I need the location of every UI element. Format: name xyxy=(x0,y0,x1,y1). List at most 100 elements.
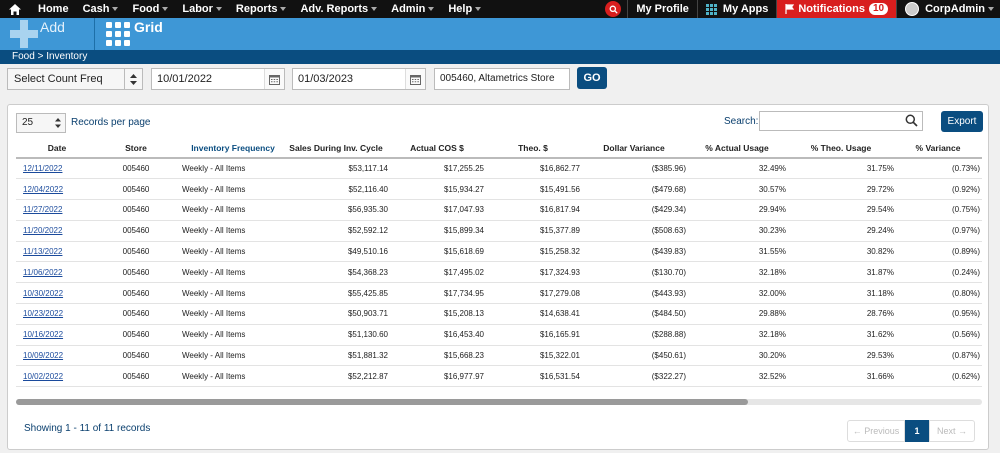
column-header-store[interactable]: Store xyxy=(98,138,174,159)
column-header-date[interactable]: Date xyxy=(16,138,98,159)
search-input[interactable] xyxy=(759,111,923,131)
cell-frequency: Weekly - All Items xyxy=(174,199,284,221)
column-header-sales[interactable]: Sales During Inv. Cycle xyxy=(284,138,390,159)
calendar-icon[interactable] xyxy=(405,69,425,89)
go-button[interactable]: GO xyxy=(577,67,607,89)
my-apps-link[interactable]: My Apps xyxy=(696,0,776,18)
cell-actual-cos: $17,047.93 xyxy=(390,199,486,221)
date-link[interactable]: 10/09/2022 xyxy=(23,351,63,360)
user-menu[interactable]: CorpAdmin xyxy=(896,0,1000,18)
nav-item-home[interactable]: Home xyxy=(30,0,75,18)
date-link[interactable]: 12/04/2022 xyxy=(23,185,63,194)
page-1-button[interactable]: 1 xyxy=(905,420,929,442)
cell-theo-usage: 30.82% xyxy=(788,241,896,263)
records-summary: Showing 1 - 11 of 11 records xyxy=(24,423,151,434)
export-button[interactable]: Export xyxy=(941,111,983,132)
date-link[interactable]: 10/30/2022 xyxy=(23,289,63,298)
my-profile-link[interactable]: My Profile xyxy=(627,0,697,18)
column-header-inventory-frequency[interactable]: Inventory Frequency xyxy=(174,138,284,159)
cell-theo: $14,638.41 xyxy=(486,303,582,325)
table-row: 11/27/2022 005460 Weekly - All Items $56,93… xyxy=(16,199,982,221)
nav-item-food[interactable]: Food xyxy=(124,0,174,18)
chevron-down-icon xyxy=(280,7,287,11)
table-row: 11/13/2022 005460 Weekly - All Items $49,51… xyxy=(16,241,982,263)
nav-item-admin[interactable]: Admin xyxy=(383,0,440,18)
cell-sales: $52,116.40 xyxy=(284,178,390,201)
column-header-theo-usage[interactable]: % Theo. Usage xyxy=(788,138,896,159)
chevron-down-icon xyxy=(475,7,482,11)
user-name: CorpAdmin xyxy=(925,3,985,15)
inventory-table: Date Store Inventory Frequency Sales Dur… xyxy=(16,138,982,388)
column-header-variance-pct[interactable]: % Variance xyxy=(896,138,982,159)
search-icon[interactable] xyxy=(905,114,918,130)
date-link[interactable]: 10/16/2022 xyxy=(23,330,63,339)
cell-theo: $15,491.56 xyxy=(486,178,582,201)
cell-theo-usage: 29.24% xyxy=(788,220,896,242)
date-link[interactable]: 11/13/2022 xyxy=(23,247,62,256)
table-row: 10/02/2022 005460 Weekly - All Items $52,21… xyxy=(16,365,982,388)
cell-dollar-variance: ($322.27) xyxy=(582,365,688,388)
start-date-field[interactable]: 10/01/2022 xyxy=(151,68,285,90)
cell-frequency: Weekly - All Items xyxy=(174,241,284,263)
previous-page-button[interactable]: ← Previous xyxy=(847,420,905,442)
cell-store: 005460 xyxy=(98,345,174,367)
date-link[interactable]: 11/20/2022 xyxy=(23,226,62,235)
next-page-button[interactable]: Next → xyxy=(929,420,975,442)
nav-item-cash[interactable]: Cash xyxy=(75,0,125,18)
nav-item-labor[interactable]: Labor xyxy=(174,0,228,18)
table-row: 10/16/2022 005460 Weekly - All Items $51,13… xyxy=(16,324,982,346)
cell-variance-pct: (0.56%) xyxy=(896,324,982,346)
nav-item-reports[interactable]: Reports xyxy=(228,0,293,18)
store-field[interactable]: 005460, Altametrics Store xyxy=(434,68,570,90)
cell-actual-usage: 32.49% xyxy=(688,158,788,180)
end-date-field[interactable]: 01/03/2023 xyxy=(292,68,426,90)
calendar-icon[interactable] xyxy=(264,69,284,89)
cell-theo-usage: 31.87% xyxy=(788,261,896,284)
cell-frequency: Weekly - All Items xyxy=(174,365,284,388)
add-button[interactable]: Add xyxy=(10,19,95,49)
cell-variance-pct: (0.92%) xyxy=(896,178,982,201)
toolbar-divider xyxy=(94,18,95,50)
nav-item-help[interactable]: Help xyxy=(440,0,487,18)
cell-actual-cos: $17,734.95 xyxy=(390,282,486,305)
column-header-theo[interactable]: Theo. $ xyxy=(486,138,582,159)
column-header-actual-cos[interactable]: Actual COS $ xyxy=(390,138,486,159)
cell-store: 005460 xyxy=(98,365,174,388)
home-icon[interactable] xyxy=(0,0,30,18)
date-link[interactable]: 11/27/2022 xyxy=(23,205,62,214)
cell-store: 005460 xyxy=(98,178,174,201)
scrollbar-thumb[interactable] xyxy=(16,399,748,405)
count-freq-select[interactable]: Select Count Freq xyxy=(7,68,143,90)
global-search-icon[interactable] xyxy=(605,1,622,17)
plus-icon xyxy=(10,20,38,48)
grid-icon xyxy=(106,22,130,46)
date-link[interactable]: 10/02/2022 xyxy=(23,372,63,381)
nav-item-adv-reports[interactable]: Adv. Reports xyxy=(292,0,383,18)
horizontal-scrollbar[interactable] xyxy=(16,399,982,405)
cell-store: 005460 xyxy=(98,199,174,221)
cell-dollar-variance: ($385.96) xyxy=(582,158,688,180)
date-link[interactable]: 11/06/2022 xyxy=(23,268,62,277)
cell-variance-pct: (0.75%) xyxy=(896,199,982,221)
cell-date: 10/30/2022 xyxy=(16,282,98,305)
column-header-dollar-variance[interactable]: Dollar Variance xyxy=(582,138,688,159)
cell-variance-pct: (0.62%) xyxy=(896,365,982,388)
cell-variance-pct: (0.95%) xyxy=(896,303,982,325)
cell-variance-pct: (0.73%) xyxy=(896,158,982,180)
cell-variance-pct: (0.80%) xyxy=(896,282,982,305)
column-header-actual-usage[interactable]: % Actual Usage xyxy=(688,138,788,159)
nav-item-label: Home xyxy=(38,3,69,15)
date-link[interactable]: 12/11/2022 xyxy=(23,164,62,173)
cell-actual-usage: 30.20% xyxy=(688,345,788,367)
cell-frequency: Weekly - All Items xyxy=(174,178,284,201)
cell-actual-usage: 31.55% xyxy=(688,241,788,263)
cell-actual-usage: 32.18% xyxy=(688,324,788,346)
cell-date: 11/06/2022 xyxy=(16,261,98,284)
page-size-select[interactable]: 25 xyxy=(16,113,66,133)
date-link[interactable]: 10/23/2022 xyxy=(23,309,63,318)
notifications-button[interactable]: Notifications 10 xyxy=(776,0,897,18)
cell-sales: $52,592.12 xyxy=(284,220,390,242)
apps-grid-icon xyxy=(705,3,717,15)
sort-arrows-icon xyxy=(51,114,65,132)
cell-theo: $15,258.32 xyxy=(486,241,582,263)
